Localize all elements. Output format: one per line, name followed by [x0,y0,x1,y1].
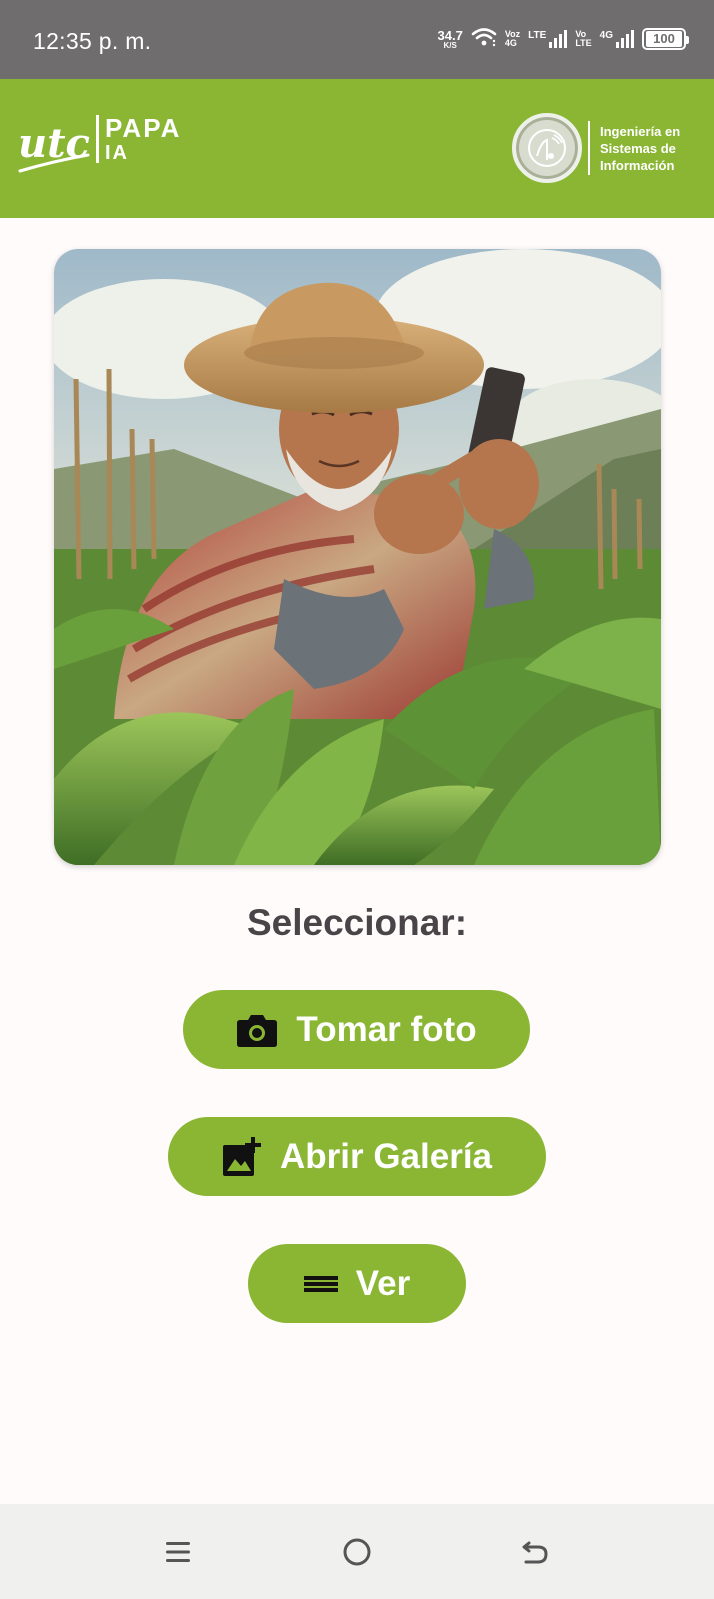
department-line1: Ingeniería en [600,123,681,139]
view-label: Ver [355,1263,411,1303]
department-line2: Sistemas de [600,140,676,156]
back-button[interactable] [515,1534,555,1574]
hero-image-farmer [54,249,661,865]
sim2-type: 4G [599,30,613,41]
app-name-line1: PAPA [105,113,182,143]
battery-icon: 100 [642,28,689,50]
home-button[interactable] [337,1534,377,1574]
utc-logo-text: utc [18,120,90,167]
sim1-signal: LTE [528,30,568,48]
home-circle-icon [342,1537,372,1572]
network-speed-value: 34.7 [437,27,463,43]
utc-logo: utc [18,109,92,184]
logo-divider [588,121,590,175]
network-speed-unit: K/S [443,40,457,50]
department-emblem-icon [512,113,582,183]
battery-level: 100 [646,31,682,47]
select-title: Seleccionar: [246,902,468,943]
status-icons: 34.7 K/S Voz 4G LTE Vo LTE 4G 100 [438,24,689,54]
menu-lines-icon [303,1274,338,1294]
status-time: 12:35 p. m. [33,28,152,54]
add-photo-icon [222,1136,262,1177]
back-icon [520,1537,550,1572]
status-bar: 12:35 p. m. 34.7 K/S Voz 4G LTE Vo LTE 4… [0,0,714,79]
sim2-label: Vo LTE [575,30,591,48]
open-gallery-label: Abrir Galería [279,1136,493,1176]
sim2-label-bottom: LTE [575,38,592,48]
app-header: utc PAPA IA Ingeniería en Sistemas de In… [0,79,714,218]
system-nav-bar [0,1504,714,1599]
menu-icon [165,1539,191,1570]
view-button[interactable]: Ver [248,1244,466,1323]
wifi-icon [471,27,497,52]
sim2-signal: 4G [600,30,634,48]
network-speed: 34.7 K/S [438,29,463,50]
sim1-label: Voz 4G [505,30,520,48]
app-name-line2: IA [105,142,129,164]
signal-bars-icon [549,30,568,48]
open-gallery-button[interactable]: Abrir Galería [168,1117,546,1196]
department-line3: Información [600,157,675,173]
department-logo: Ingeniería en Sistemas de Información [512,113,680,183]
sim1-label-bottom: 4G [504,38,517,48]
sim1-type: LTE [528,30,547,41]
recent-apps-button[interactable] [158,1534,198,1574]
take-photo-button[interactable]: Tomar foto [183,990,530,1069]
camera-icon [236,1012,278,1048]
signal-bars-icon [616,30,634,48]
department-name: Ingeniería en Sistemas de Información [600,123,680,174]
papa-ia-logo: PAPA IA [96,115,181,163]
take-photo-label: Tomar foto [296,1009,477,1049]
